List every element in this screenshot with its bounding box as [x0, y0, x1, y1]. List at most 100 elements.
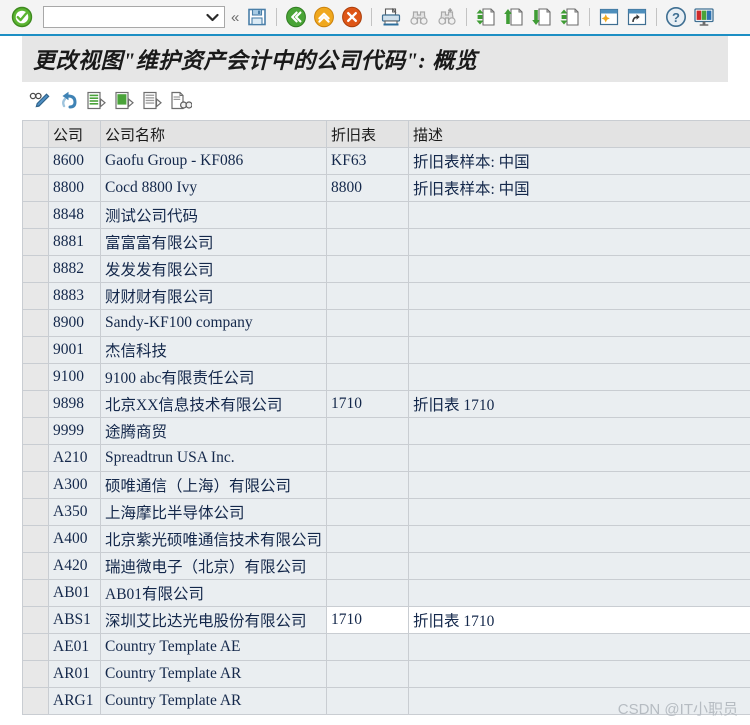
row-select-cell[interactable] [22, 255, 49, 283]
row-select-cell[interactable] [22, 498, 49, 526]
row-select-cell[interactable] [22, 633, 49, 661]
exit-yellow-icon[interactable] [311, 4, 337, 30]
cell-company-name[interactable]: 9100 abc有限责任公司 [100, 363, 327, 391]
double-chevron-left-icon[interactable]: « [231, 9, 239, 26]
row-select-cell[interactable] [22, 660, 49, 688]
column-header-company-code[interactable]: 公司 [48, 120, 101, 148]
cell-company-code[interactable]: 8883 [48, 282, 101, 310]
cell-depreciation-chart[interactable] [326, 255, 409, 283]
cell-description[interactable] [408, 579, 750, 607]
cell-company-name[interactable]: 硕唯通信（上海）有限公司 [100, 471, 327, 499]
column-header-description[interactable]: 描述 [408, 120, 750, 148]
cell-depreciation-chart[interactable] [326, 363, 409, 391]
cell-company-code[interactable]: 9100 [48, 363, 101, 391]
row-select-cell[interactable] [22, 174, 49, 202]
cell-company-name[interactable]: Country Template AR [100, 687, 327, 715]
cell-company-code[interactable]: 8600 [48, 147, 101, 175]
cell-company-code[interactable]: 9001 [48, 336, 101, 364]
details-glasses-icon[interactable] [167, 88, 193, 114]
new-session-icon[interactable] [596, 4, 622, 30]
cell-description[interactable] [408, 228, 750, 256]
back-green-icon[interactable] [283, 4, 309, 30]
cell-description[interactable] [408, 660, 750, 688]
cell-description[interactable] [408, 633, 750, 661]
next-page-icon[interactable] [529, 4, 555, 30]
cell-depreciation-chart[interactable]: 1710 [326, 390, 409, 418]
row-select-cell[interactable] [22, 390, 49, 418]
cell-company-code[interactable]: 9999 [48, 417, 101, 445]
cell-depreciation-chart[interactable] [326, 471, 409, 499]
row-select-cell[interactable] [22, 282, 49, 310]
binoculars-plus-icon[interactable] [434, 4, 460, 30]
cell-description[interactable] [408, 525, 750, 553]
table-row[interactable]: AE01 Country Template AE [22, 633, 750, 661]
table-row[interactable]: 8848 测试公司代码 [22, 201, 750, 229]
select-all-header[interactable] [22, 120, 49, 148]
cell-description[interactable] [408, 255, 750, 283]
cell-depreciation-chart[interactable] [326, 660, 409, 688]
table-row[interactable]: A350 上海摩比半导体公司 [22, 498, 750, 526]
cell-company-name[interactable]: 途腾商贸 [100, 417, 327, 445]
cell-company-name[interactable]: 富富富有限公司 [100, 228, 327, 256]
row-select-cell[interactable] [22, 525, 49, 553]
row-select-cell[interactable] [22, 687, 49, 715]
cell-depreciation-chart[interactable] [326, 336, 409, 364]
cell-company-name[interactable]: Sandy-KF100 company [100, 309, 327, 337]
cell-company-name[interactable]: 发发发有限公司 [100, 255, 327, 283]
cell-description[interactable] [408, 282, 750, 310]
cell-company-code[interactable]: A400 [48, 525, 101, 553]
cell-company-code[interactable]: 8800 [48, 174, 101, 202]
cell-company-name[interactable]: Spreadtrun USA Inc. [100, 444, 327, 472]
cell-company-name[interactable]: 财财财有限公司 [100, 282, 327, 310]
cell-depreciation-chart[interactable] [326, 201, 409, 229]
row-select-cell[interactable] [22, 471, 49, 499]
cell-description[interactable] [408, 201, 750, 229]
cell-description[interactable]: 折旧表 1710 [408, 606, 750, 634]
cell-company-code[interactable]: 8882 [48, 255, 101, 283]
cell-depreciation-chart[interactable] [326, 282, 409, 310]
cell-company-code[interactable]: ABS1 [48, 606, 101, 634]
green-check-icon[interactable] [9, 4, 35, 30]
shortcut-icon[interactable] [624, 4, 650, 30]
cell-depreciation-chart[interactable] [326, 552, 409, 580]
command-field[interactable] [43, 6, 225, 28]
cell-description[interactable] [408, 309, 750, 337]
table-row[interactable]: AR01 Country Template AR [22, 660, 750, 688]
table-row[interactable]: 8900 Sandy-KF100 company [22, 309, 750, 337]
cell-company-name[interactable]: 瑞迪微电子（北京）有限公司 [100, 552, 327, 580]
row-select-cell[interactable] [22, 309, 49, 337]
cell-company-code[interactable]: 8900 [48, 309, 101, 337]
first-page-icon[interactable] [473, 4, 499, 30]
cell-description[interactable]: 折旧表 1710 [408, 390, 750, 418]
cell-company-code[interactable]: AE01 [48, 633, 101, 661]
cell-company-name[interactable]: Cocd 8800 Ivy [100, 174, 327, 202]
table-row[interactable]: 9100 9100 abc有限责任公司 [22, 363, 750, 391]
delete-entry-icon[interactable] [139, 88, 165, 114]
cell-company-code[interactable]: 8848 [48, 201, 101, 229]
command-input[interactable] [44, 8, 202, 26]
cell-description[interactable] [408, 498, 750, 526]
row-select-cell[interactable] [22, 552, 49, 580]
cell-depreciation-chart[interactable]: 1710 [326, 606, 409, 634]
undo-arrow-icon[interactable] [55, 88, 81, 114]
customize-layout-icon[interactable] [691, 4, 717, 30]
cell-description[interactable]: 折旧表样本: 中国 [408, 174, 750, 202]
cell-description[interactable] [408, 471, 750, 499]
row-select-cell[interactable] [22, 147, 49, 175]
cell-depreciation-chart[interactable] [326, 444, 409, 472]
cell-depreciation-chart[interactable] [326, 228, 409, 256]
cell-depreciation-chart[interactable]: 8800 [326, 174, 409, 202]
cell-description[interactable] [408, 336, 750, 364]
row-select-cell[interactable] [22, 228, 49, 256]
cell-depreciation-chart[interactable]: KF63 [326, 147, 409, 175]
row-select-cell[interactable] [22, 606, 49, 634]
row-select-cell[interactable] [22, 201, 49, 229]
table-row[interactable]: 8881 富富富有限公司 [22, 228, 750, 256]
cell-company-name[interactable]: Country Template AR [100, 660, 327, 688]
cell-company-code[interactable]: A350 [48, 498, 101, 526]
cell-company-code[interactable]: A420 [48, 552, 101, 580]
table-row[interactable]: A400 北京紫光硕唯通信技术有限公司 [22, 525, 750, 553]
printer-icon[interactable] [378, 4, 404, 30]
column-header-depreciation-chart[interactable]: 折旧表 [326, 120, 409, 148]
cell-company-name[interactable]: 杰信科技 [100, 336, 327, 364]
